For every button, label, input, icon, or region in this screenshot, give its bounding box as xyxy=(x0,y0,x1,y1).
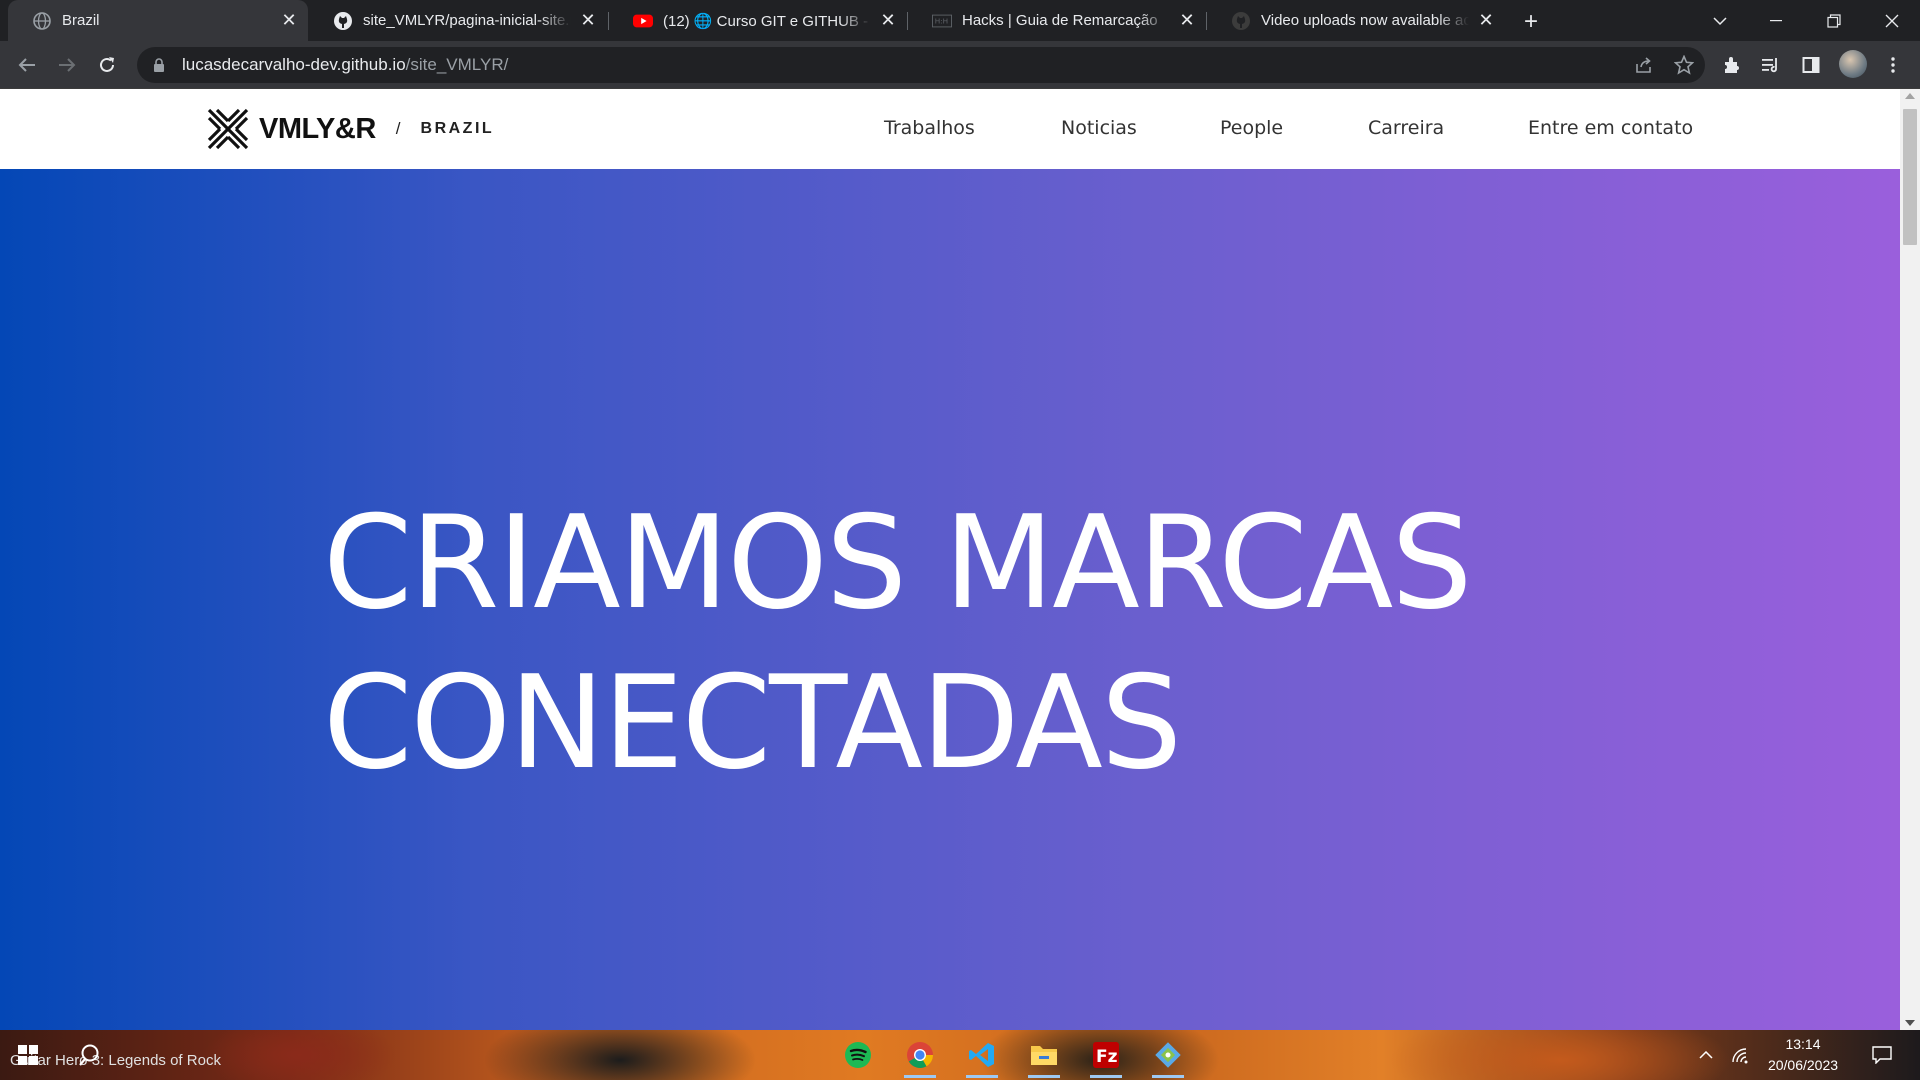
url-text: lucasdecarvalho-dev.github.io/site_VMLYR… xyxy=(182,55,508,75)
tab-title: site_VMLYR/pagina-inicial-site.mp xyxy=(363,12,571,29)
tab-title: Brazil xyxy=(62,12,100,29)
url-host: lucasdecarvalho-dev.github.io xyxy=(182,55,406,74)
tab-title: (12) 🌐 Curso GIT e GITHUB - Per xyxy=(663,12,871,30)
brand-wordmark: VMLY&R xyxy=(259,112,376,145)
site-header: VMLY&R / BRAZIL Trabalhos Noticias Peopl… xyxy=(0,89,1900,169)
page-scrollbar[interactable] xyxy=(1900,89,1920,1030)
system-clock[interactable]: 13:14 20/06/2023 xyxy=(1760,1034,1846,1076)
git-icon[interactable] xyxy=(1148,1035,1188,1078)
browser-toolbar: lucasdecarvalho-dev.github.io/site_VMLYR… xyxy=(0,41,1920,89)
vmlyr-x-logo-icon xyxy=(207,108,249,150)
close-tab-icon[interactable]: ✕ xyxy=(1176,10,1198,32)
back-button[interactable] xyxy=(11,49,43,81)
clock-time: 13:14 xyxy=(1785,1036,1821,1052)
spotify-icon[interactable] xyxy=(838,1035,878,1075)
chrome-icon[interactable] xyxy=(900,1035,940,1078)
tab-youtube[interactable]: (12) 🌐 Curso GIT e GITHUB - Per ✕ xyxy=(609,0,907,41)
tab-hacks[interactable]: H:H Hacks | Guia de Remarcação ✕ xyxy=(908,0,1206,41)
github-icon xyxy=(333,11,353,31)
globe-icon xyxy=(32,11,52,31)
tab-brazil[interactable]: Brazil ✕ xyxy=(8,0,308,41)
notification-center-icon[interactable] xyxy=(1862,1035,1902,1075)
svg-text:H:H: H:H xyxy=(935,16,948,25)
close-window-button[interactable] xyxy=(1864,0,1920,41)
extensions-icon[interactable] xyxy=(1716,49,1748,81)
new-tab-button[interactable]: + xyxy=(1517,8,1545,36)
address-bar[interactable]: lucasdecarvalho-dev.github.io/site_VMLYR… xyxy=(137,47,1705,83)
hero-banner: CRIAMOS MARCAS CONECTADAS xyxy=(0,169,1900,1030)
nav-carreira[interactable]: Carreira xyxy=(1368,117,1444,139)
filezilla-icon[interactable]: Fz xyxy=(1086,1035,1126,1078)
media-control-icon[interactable] xyxy=(1755,49,1787,81)
url-path: /site_VMLYR/ xyxy=(405,55,509,74)
minimize-button[interactable] xyxy=(1748,0,1804,41)
scroll-down-arrow-icon[interactable] xyxy=(1905,1020,1915,1026)
nav-people[interactable]: People xyxy=(1220,117,1283,139)
hero-headline: CRIAMOS MARCAS CONECTADAS xyxy=(323,484,1472,804)
hero-line-2: CONECTADAS xyxy=(323,649,1182,798)
reload-button[interactable] xyxy=(91,49,123,81)
svg-text:Fz: Fz xyxy=(1096,1047,1118,1067)
tab-strip: Brazil ✕ site_VMLYR/pagina-inicial-site.… xyxy=(0,0,1920,41)
windows-start-icon[interactable] xyxy=(8,1035,48,1075)
forward-button[interactable] xyxy=(51,49,83,81)
search-icon[interactable] xyxy=(70,1035,110,1075)
youtube-icon xyxy=(633,11,653,31)
tab-github-site[interactable]: site_VMLYR/pagina-inicial-site.mp ✕ xyxy=(309,0,607,41)
profile-avatar[interactable] xyxy=(1839,50,1867,78)
tab-title: Hacks | Guia de Remarcação xyxy=(962,12,1158,29)
lock-icon[interactable] xyxy=(150,56,168,74)
share-icon[interactable] xyxy=(1632,53,1656,77)
tab-github-video[interactable]: Video uploads now available acro ✕ xyxy=(1207,0,1505,41)
close-tab-icon[interactable]: ✕ xyxy=(577,10,599,32)
side-panel-icon[interactable] xyxy=(1795,49,1827,81)
close-tab-icon[interactable]: ✕ xyxy=(1475,10,1497,32)
scrollbar-thumb[interactable] xyxy=(1903,109,1917,245)
nav-trabalhos[interactable]: Trabalhos xyxy=(884,117,975,139)
bookmark-star-icon[interactable] xyxy=(1672,53,1696,77)
close-tab-icon[interactable]: ✕ xyxy=(877,10,899,32)
nav-noticias[interactable]: Noticias xyxy=(1061,117,1137,139)
page-viewport: VMLY&R / BRAZIL Trabalhos Noticias Peopl… xyxy=(0,89,1900,1030)
windows-taskbar: Guitar Hero 3: Legends of Rock Fz 13:14 … xyxy=(0,1030,1920,1080)
vscode-icon[interactable] xyxy=(962,1035,1002,1078)
hero-line-1: CRIAMOS MARCAS xyxy=(323,489,1472,638)
network-icon[interactable] xyxy=(1726,1035,1754,1075)
restore-button[interactable] xyxy=(1806,0,1862,41)
github-icon xyxy=(1231,11,1251,31)
clock-date: 20/06/2023 xyxy=(1767,1057,1839,1073)
close-tab-icon[interactable]: ✕ xyxy=(278,10,300,32)
brand-logo[interactable]: VMLY&R / BRAZIL xyxy=(207,108,494,150)
scroll-up-arrow-icon[interactable] xyxy=(1905,93,1915,99)
nav-entre-em-contato[interactable]: Entre em contato xyxy=(1528,117,1693,139)
hacks-icon: H:H xyxy=(932,11,952,31)
tab-search-icon[interactable] xyxy=(1692,0,1748,41)
file-explorer-icon[interactable] xyxy=(1024,1035,1064,1078)
tray-chevron-up-icon[interactable] xyxy=(1694,1035,1718,1075)
brand-region: BRAZIL xyxy=(420,120,495,137)
tab-title: Video uploads now available acro xyxy=(1261,12,1469,29)
brand-slash: / xyxy=(395,119,401,138)
menu-kebab-icon[interactable] xyxy=(1877,49,1909,81)
